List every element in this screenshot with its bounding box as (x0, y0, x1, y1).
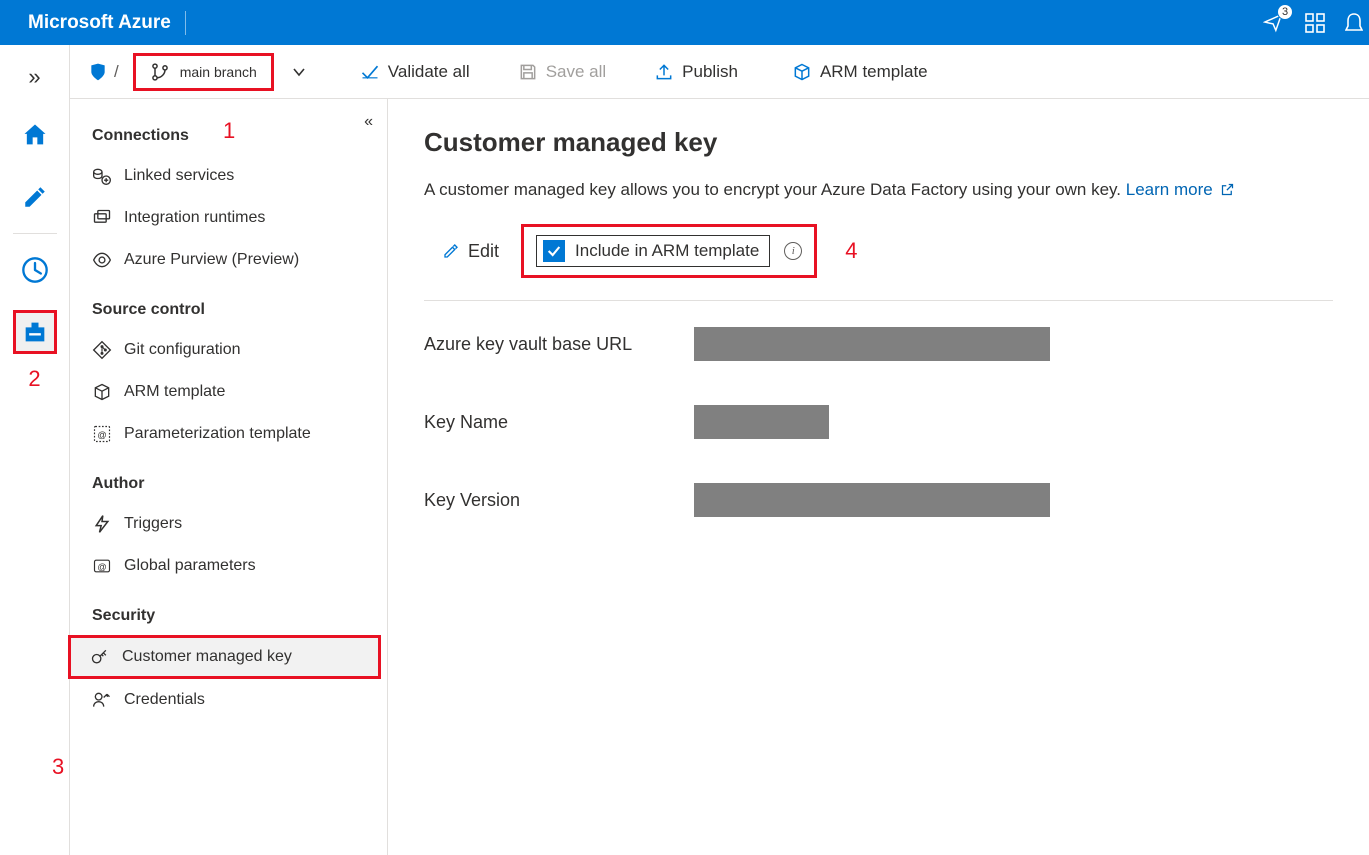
field-value-redacted (694, 483, 1050, 517)
sidebar-label: Linked services (124, 167, 234, 185)
publish-label: Publish (682, 62, 738, 82)
field-row-key-name: Key Name (424, 405, 1333, 439)
sidebar-item-parameterization[interactable]: @ Parameterization template (70, 413, 387, 455)
alert-icon[interactable] (1345, 12, 1363, 34)
dashboard-icon[interactable] (1305, 13, 1325, 33)
main-content: Customer managed key A customer managed … (388, 99, 1369, 855)
rail-monitor-icon[interactable] (13, 248, 57, 292)
page-description: A customer managed key allows you to enc… (424, 180, 1333, 200)
sidebar-item-triggers[interactable]: Triggers (70, 503, 387, 545)
sidebar-label: ARM template (124, 383, 225, 401)
sidebar-label: Git configuration (124, 341, 241, 359)
field-value-redacted (694, 327, 1050, 361)
publish-icon (654, 62, 674, 82)
section-author: Author (70, 469, 387, 503)
section-source-control: Source control (70, 295, 387, 329)
save-all-button: Save all (508, 56, 616, 88)
command-toolbar: / main branch Validate all (70, 45, 1369, 99)
rail-divider (13, 233, 57, 234)
triggers-icon (92, 514, 112, 534)
notification-count-badge: 3 (1277, 4, 1293, 20)
credentials-icon (92, 690, 112, 710)
edit-icon (442, 242, 460, 260)
sidebar-label: Azure Purview (Preview) (124, 251, 299, 269)
svg-text:@: @ (97, 430, 106, 440)
sidebar-item-global-parameters[interactable]: @ Global parameters (70, 545, 387, 587)
sidebar-label: Integration runtimes (124, 209, 265, 227)
publish-button[interactable]: Publish (644, 56, 748, 88)
rail-manage-icon[interactable] (13, 310, 57, 354)
section-security: Security (70, 601, 387, 635)
desc-text: A customer managed key allows you to enc… (424, 180, 1126, 199)
brand-label: Microsoft Azure (28, 12, 171, 34)
annotation-4: 4 (845, 238, 857, 264)
sidebar-collapse-icon[interactable]: « (364, 113, 373, 131)
save-icon (518, 62, 538, 82)
rail-author-icon[interactable] (13, 175, 57, 219)
sidebar-item-customer-managed-key[interactable]: Customer managed key (68, 635, 381, 679)
sidebar-item-azure-purview[interactable]: Azure Purview (Preview) (70, 239, 387, 281)
annotation-3: 3 (52, 754, 64, 780)
param-template-icon: @ (92, 424, 112, 444)
learn-more-label: Learn more (1126, 180, 1213, 199)
external-link-icon (1216, 180, 1236, 199)
nav-rail: » 2 (0, 45, 70, 855)
page-title: Customer managed key (424, 127, 1333, 158)
checkbox-checked-icon (543, 240, 565, 262)
info-icon[interactable]: i (784, 242, 802, 260)
branch-icon (150, 62, 170, 82)
save-label: Save all (546, 62, 606, 82)
global-header: Microsoft Azure 3 (0, 0, 1369, 45)
sidebar-label: Triggers (124, 515, 182, 533)
validate-label: Validate all (388, 62, 470, 82)
branch-selector[interactable]: main branch (133, 53, 274, 91)
sidebar-label: Global parameters (124, 557, 256, 575)
key-icon (90, 647, 110, 667)
sidebar-item-credentials[interactable]: Credentials (70, 679, 387, 721)
field-row-key-vault-url: Azure key vault base URL (424, 327, 1333, 361)
integration-runtimes-icon (92, 208, 112, 228)
branch-name: main branch (180, 64, 257, 80)
include-arm-label: Include in ARM template (575, 241, 759, 261)
section-connections: Connections (70, 121, 387, 155)
sidebar-item-git[interactable]: Git configuration (70, 329, 387, 371)
git-icon (92, 340, 112, 360)
field-value-redacted (694, 405, 829, 439)
sidebar-label: Credentials (124, 691, 205, 709)
globals-icon: @ (92, 556, 112, 576)
arm-icon (792, 62, 812, 82)
edit-button[interactable]: Edit (434, 237, 507, 266)
sidebar-item-integration-runtimes[interactable]: Integration runtimes (70, 197, 387, 239)
include-arm-highlight: Include in ARM template i (521, 224, 817, 278)
field-label: Key Name (424, 412, 694, 433)
adf-icon (88, 62, 108, 82)
arm-label: ARM template (820, 62, 928, 82)
notifications-icon[interactable]: 3 (1263, 12, 1285, 34)
annotation-2: 2 (28, 366, 40, 392)
header-divider (185, 11, 186, 35)
sidebar-item-linked-services[interactable]: Linked services (70, 155, 387, 197)
arm-template-button[interactable]: ARM template (782, 56, 938, 88)
validate-all-button[interactable]: Validate all (350, 56, 480, 88)
sidebar-label: Parameterization template (124, 425, 311, 443)
sidebar-item-arm-template[interactable]: ARM template (70, 371, 387, 413)
field-label: Azure key vault base URL (424, 334, 694, 355)
edit-label: Edit (468, 241, 499, 262)
breadcrumb-separator: / (114, 62, 119, 82)
purview-icon (92, 250, 112, 270)
rail-home-icon[interactable] (13, 113, 57, 157)
branch-dropdown-icon[interactable] (282, 65, 316, 79)
action-row: Edit Include in ARM template i 4 (424, 214, 1333, 301)
field-row-key-version: Key Version (424, 483, 1333, 517)
svg-text:@: @ (97, 562, 106, 572)
manage-sidebar: « Connections Linked services Integratio… (70, 99, 388, 855)
rail-expand-icon[interactable]: » (13, 55, 57, 99)
learn-more-link[interactable]: Learn more (1126, 180, 1213, 199)
sidebar-label: Customer managed key (122, 648, 292, 666)
include-arm-checkbox[interactable]: Include in ARM template (536, 235, 770, 267)
validate-icon (360, 62, 380, 82)
field-label: Key Version (424, 490, 694, 511)
linked-services-icon (92, 166, 112, 186)
arm-template-icon (92, 382, 112, 402)
